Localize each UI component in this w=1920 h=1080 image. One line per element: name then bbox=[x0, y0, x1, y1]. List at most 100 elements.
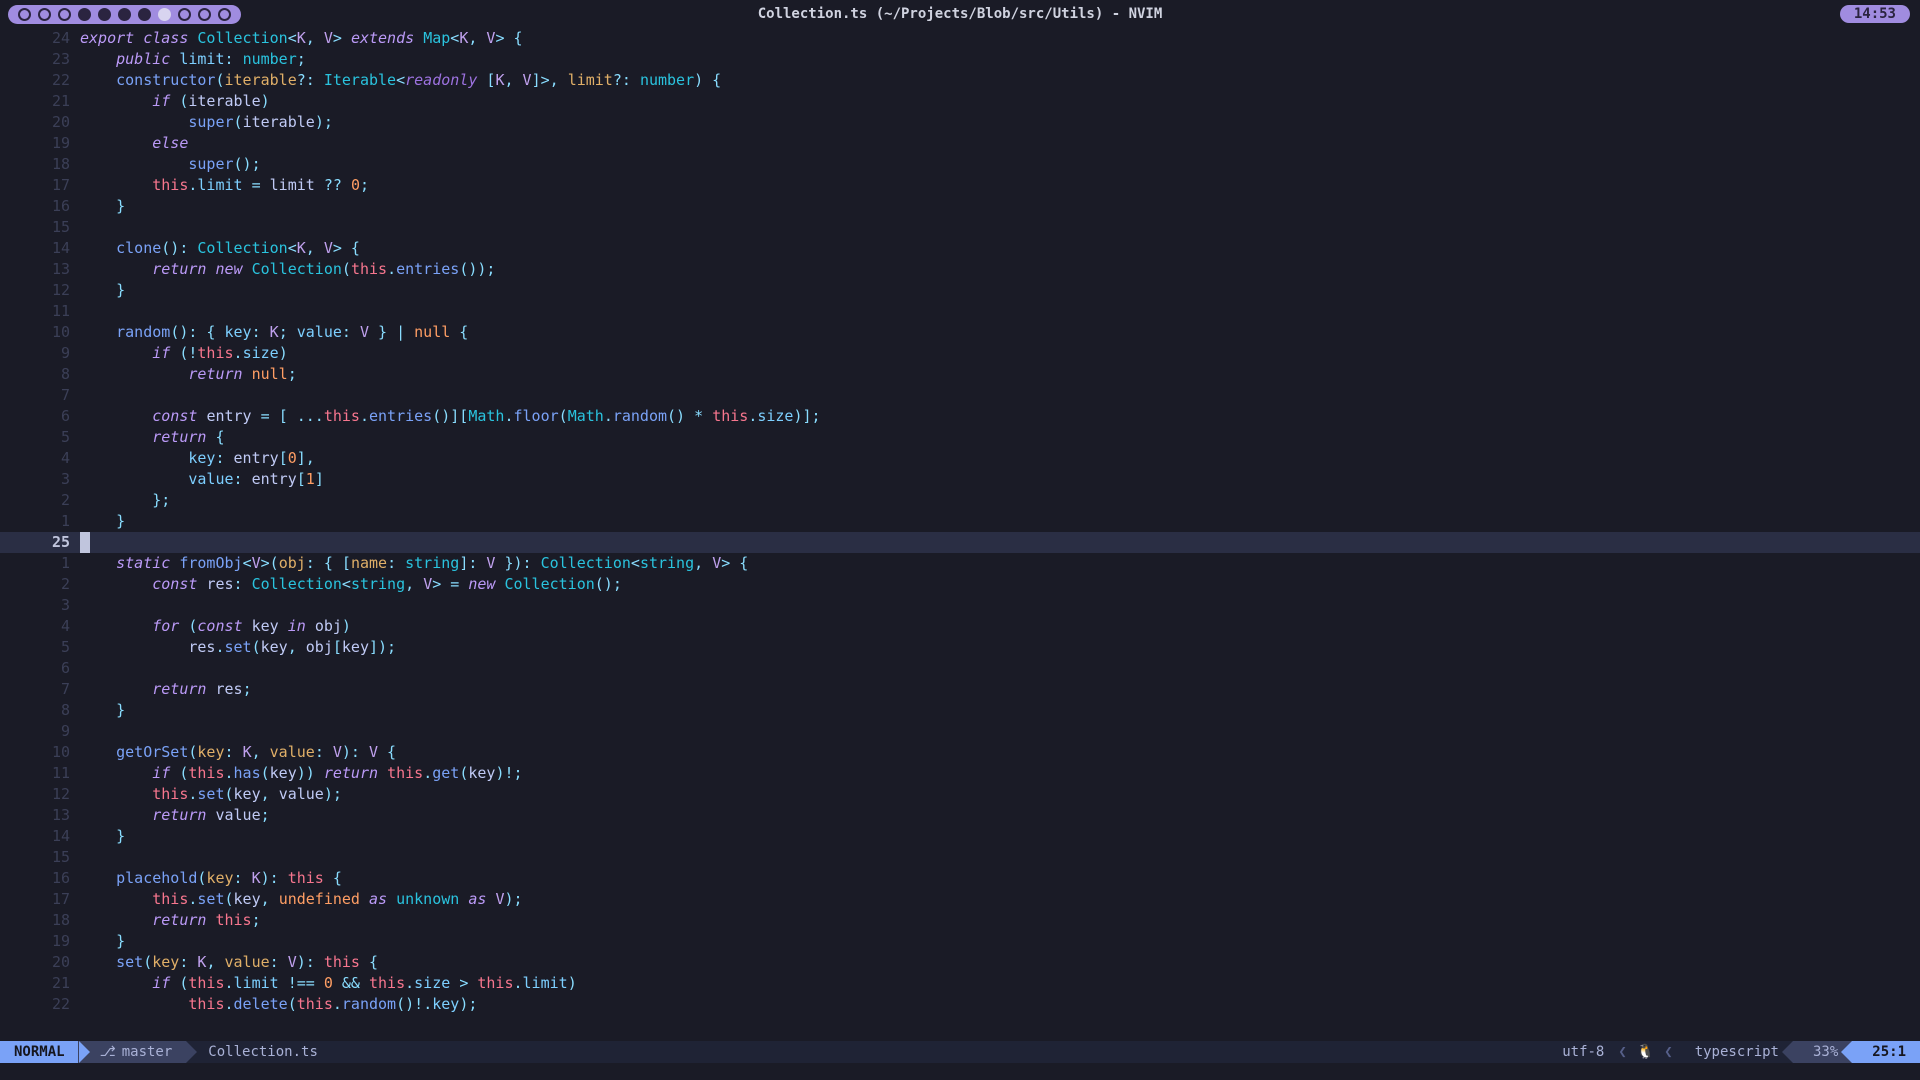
code-content: this.delete(this.random()!.key); bbox=[80, 994, 1920, 1015]
code-line[interactable]: 8 return null; bbox=[0, 364, 1920, 385]
code-line[interactable]: 1 static fromObj<V>(obj: { [name: string… bbox=[0, 553, 1920, 574]
code-content: value: entry[1] bbox=[80, 469, 1920, 490]
line-number: 19 bbox=[0, 931, 80, 952]
buffer-tab-icon[interactable] bbox=[18, 8, 31, 21]
buffer-tab-icon[interactable] bbox=[118, 8, 131, 21]
code-line[interactable]: 12 } bbox=[0, 280, 1920, 301]
code-line[interactable]: 12 this.set(key, value); bbox=[0, 784, 1920, 805]
buffer-tab-icon[interactable] bbox=[218, 8, 231, 21]
buffer-tab-icon[interactable] bbox=[158, 8, 171, 21]
cmdline[interactable] bbox=[0, 1063, 1920, 1080]
code-content: export class Collection<K, V> extends Ma… bbox=[80, 28, 1920, 49]
code-line[interactable]: 11 if (this.has(key)) return this.get(ke… bbox=[0, 763, 1920, 784]
code-line[interactable]: 15 bbox=[0, 847, 1920, 868]
code-content: random(): { key: K; value: V } | null { bbox=[80, 322, 1920, 343]
code-line[interactable]: 24export class Collection<K, V> extends … bbox=[0, 28, 1920, 49]
code-content: placehold(key: K): this { bbox=[80, 868, 1920, 889]
os-icon: 🐧 bbox=[1629, 1041, 1662, 1063]
code-line[interactable]: 2 }; bbox=[0, 490, 1920, 511]
code-line[interactable]: 20 set(key: K, value: V): this { bbox=[0, 952, 1920, 973]
line-number: 12 bbox=[0, 280, 80, 301]
buffer-tabs[interactable] bbox=[8, 5, 241, 24]
code-line[interactable]: 17 this.set(key, undefined as unknown as… bbox=[0, 889, 1920, 910]
code-line[interactable]: 14 clone(): Collection<K, V> { bbox=[0, 238, 1920, 259]
editor[interactable]: 24export class Collection<K, V> extends … bbox=[0, 28, 1920, 1054]
code-line[interactable]: 6 bbox=[0, 658, 1920, 679]
line-number: 6 bbox=[0, 406, 80, 427]
code-line[interactable]: 6 const entry = [ ...this.entries()][Mat… bbox=[0, 406, 1920, 427]
code-line[interactable]: 19 } bbox=[0, 931, 1920, 952]
line-number: 14 bbox=[0, 826, 80, 847]
line-number: 2 bbox=[0, 574, 80, 595]
code-line[interactable]: 20 super(iterable); bbox=[0, 112, 1920, 133]
code-line[interactable]: 18 return this; bbox=[0, 910, 1920, 931]
buffer-tab-icon[interactable] bbox=[98, 8, 111, 21]
code-line[interactable]: 4 for (const key in obj) bbox=[0, 616, 1920, 637]
buffer-tab-icon[interactable] bbox=[38, 8, 51, 21]
code-line[interactable]: 23 public limit: number; bbox=[0, 49, 1920, 70]
buffer-tab-icon[interactable] bbox=[78, 8, 91, 21]
code-content bbox=[80, 595, 1920, 616]
code-content bbox=[80, 532, 1920, 553]
code-line[interactable]: 8 } bbox=[0, 700, 1920, 721]
code-content: res.set(key, obj[key]); bbox=[80, 637, 1920, 658]
code-content: const entry = [ ...this.entries()][Math.… bbox=[80, 406, 1920, 427]
code-line[interactable]: 3 bbox=[0, 595, 1920, 616]
code-line[interactable]: 21 if (iterable) bbox=[0, 91, 1920, 112]
statusline: NORMAL ⎇ master Collection.ts utf-8 ❮ 🐧 … bbox=[0, 1041, 1920, 1063]
code-line[interactable]: 16 } bbox=[0, 196, 1920, 217]
code-line[interactable]: 22 constructor(iterable?: Iterable<reado… bbox=[0, 70, 1920, 91]
line-number: 17 bbox=[0, 175, 80, 196]
line-number: 15 bbox=[0, 847, 80, 868]
code-line[interactable]: 11 bbox=[0, 301, 1920, 322]
code-line[interactable]: 16 placehold(key: K): this { bbox=[0, 868, 1920, 889]
code-content bbox=[80, 721, 1920, 742]
git-branch-icon: ⎇ bbox=[100, 1041, 116, 1063]
code-content: if (this.has(key)) return this.get(key)!… bbox=[80, 763, 1920, 784]
line-number: 4 bbox=[0, 616, 80, 637]
code-content: return res; bbox=[80, 679, 1920, 700]
cursor-line[interactable]: 25 bbox=[0, 532, 1920, 553]
code-line[interactable]: 3 value: entry[1] bbox=[0, 469, 1920, 490]
code-line[interactable]: 4 key: entry[0], bbox=[0, 448, 1920, 469]
code-line[interactable]: 10 random(): { key: K; value: V } | null… bbox=[0, 322, 1920, 343]
line-number: 18 bbox=[0, 154, 80, 175]
code-content: static fromObj<V>(obj: { [name: string]:… bbox=[80, 553, 1920, 574]
buffer-tab-icon[interactable] bbox=[178, 8, 191, 21]
code-line[interactable]: 7 bbox=[0, 385, 1920, 406]
code-line[interactable]: 5 return { bbox=[0, 427, 1920, 448]
line-number: 8 bbox=[0, 364, 80, 385]
line-number: 25 bbox=[0, 532, 80, 553]
code-content: return new Collection(this.entries()); bbox=[80, 259, 1920, 280]
code-content: const res: Collection<string, V> = new C… bbox=[80, 574, 1920, 595]
code-line[interactable]: 2 const res: Collection<string, V> = new… bbox=[0, 574, 1920, 595]
code-content bbox=[80, 847, 1920, 868]
line-number: 19 bbox=[0, 133, 80, 154]
buffer-tab-icon[interactable] bbox=[58, 8, 71, 21]
code-line[interactable]: 14 } bbox=[0, 826, 1920, 847]
code-line[interactable]: 9 if (!this.size) bbox=[0, 343, 1920, 364]
line-number: 5 bbox=[0, 427, 80, 448]
code-content: } bbox=[80, 700, 1920, 721]
line-number: 24 bbox=[0, 28, 80, 49]
code-content: return { bbox=[80, 427, 1920, 448]
buffer-tab-icon[interactable] bbox=[198, 8, 211, 21]
code-line[interactable]: 15 bbox=[0, 217, 1920, 238]
clock: 14:53 bbox=[1840, 5, 1910, 23]
mode-indicator: NORMAL bbox=[0, 1041, 79, 1063]
code-line[interactable]: 17 this.limit = limit ?? 0; bbox=[0, 175, 1920, 196]
code-line[interactable]: 18 super(); bbox=[0, 154, 1920, 175]
code-line[interactable]: 21 if (this.limit !== 0 && this.size > t… bbox=[0, 973, 1920, 994]
code-line[interactable]: 9 bbox=[0, 721, 1920, 742]
code-line[interactable]: 7 return res; bbox=[0, 679, 1920, 700]
code-content: }; bbox=[80, 490, 1920, 511]
code-line[interactable]: 10 getOrSet(key: K, value: V): V { bbox=[0, 742, 1920, 763]
code-line[interactable]: 5 res.set(key, obj[key]); bbox=[0, 637, 1920, 658]
code-line[interactable]: 13 return value; bbox=[0, 805, 1920, 826]
code-line[interactable]: 1 } bbox=[0, 511, 1920, 532]
code-line[interactable]: 19 else bbox=[0, 133, 1920, 154]
code-line[interactable]: 22 this.delete(this.random()!.key); bbox=[0, 994, 1920, 1015]
window-title: Collection.ts (~/Projects/Blob/src/Utils… bbox=[758, 6, 1163, 22]
buffer-tab-icon[interactable] bbox=[138, 8, 151, 21]
code-line[interactable]: 13 return new Collection(this.entries())… bbox=[0, 259, 1920, 280]
